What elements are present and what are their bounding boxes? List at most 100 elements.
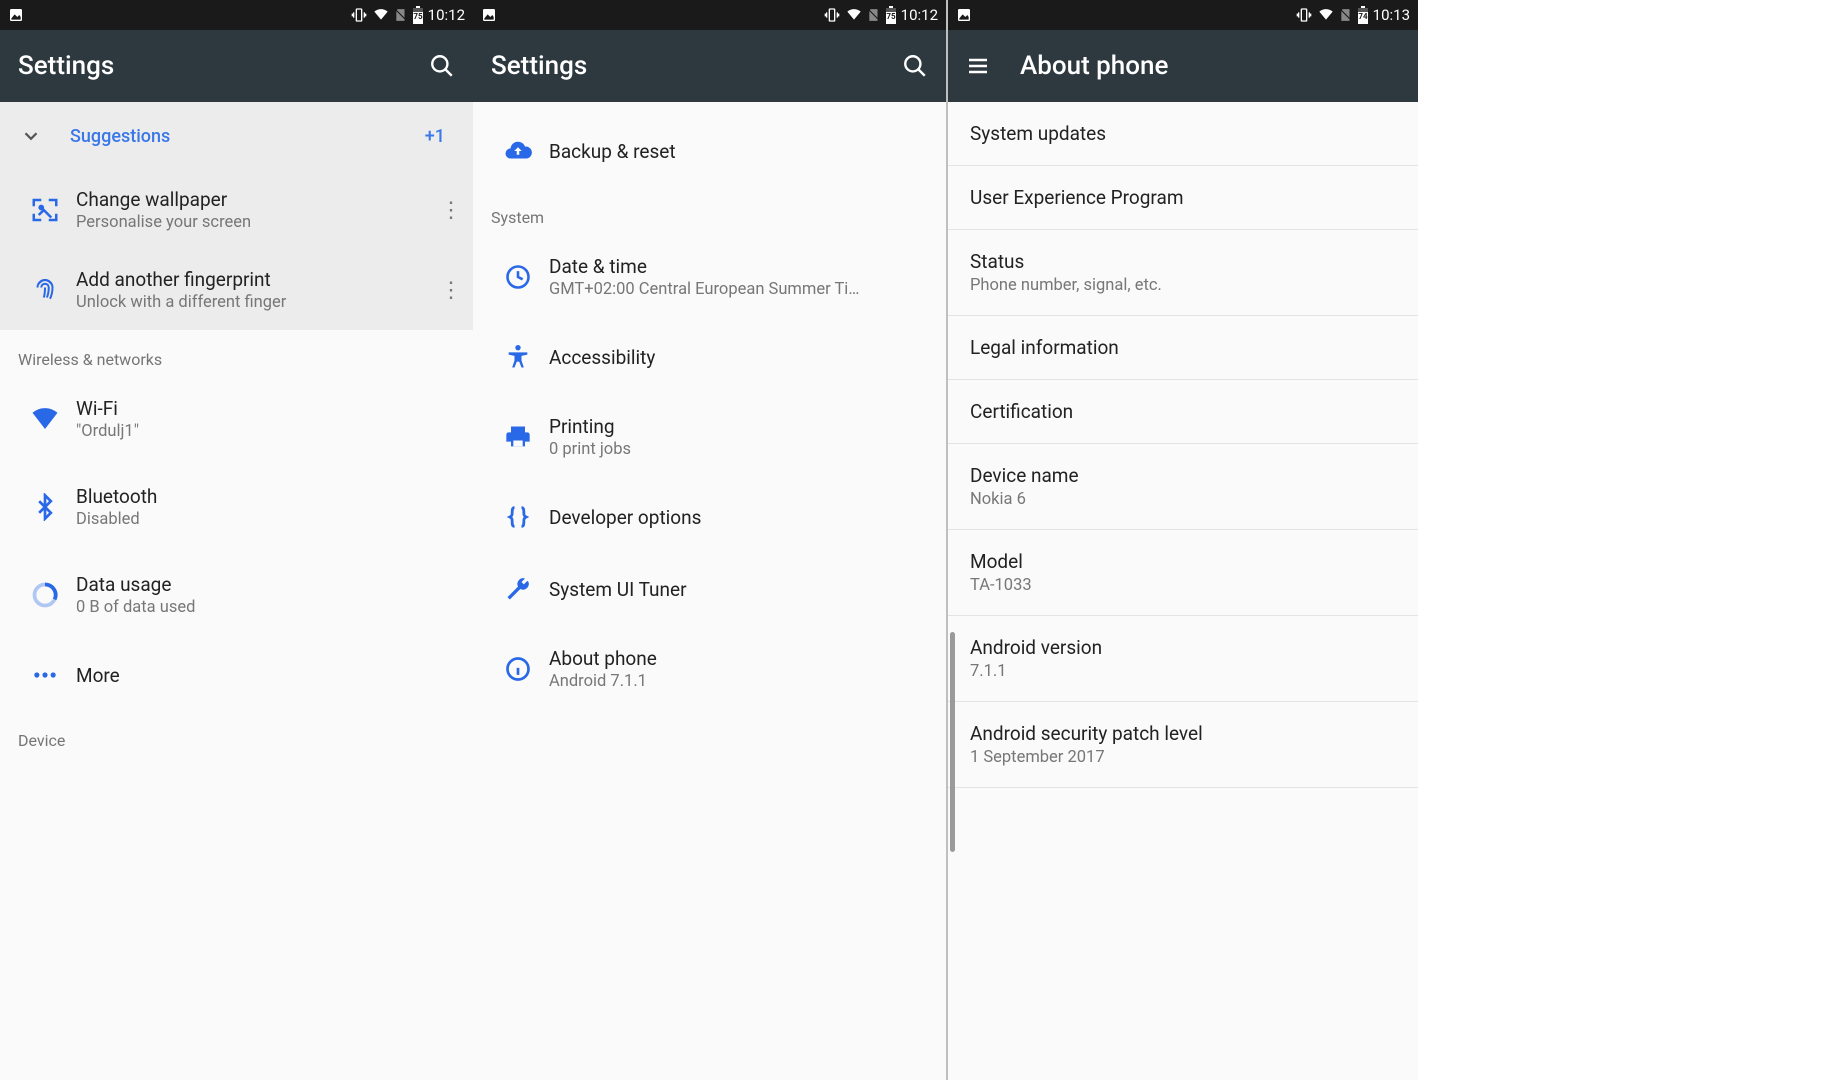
- hamburger-icon[interactable]: [966, 54, 990, 78]
- no-sim-icon: [867, 7, 881, 23]
- item-title: User Experience Program: [970, 186, 1396, 209]
- item-sub: Android 7.1.1: [549, 672, 657, 691]
- suggestion-add-fingerprint[interactable]: Add another fingerprint Unlock with a di…: [0, 250, 473, 330]
- battery-icon: 74: [1357, 6, 1369, 24]
- scrollbar-thumb[interactable]: [950, 632, 955, 852]
- suggestion-sub: Unlock with a different finger: [76, 293, 429, 312]
- more-vert-icon[interactable]: ⋮: [429, 278, 473, 303]
- printer-icon: [487, 423, 549, 451]
- item-title: More: [76, 664, 120, 687]
- settings-item-printing[interactable]: Printing 0 print jobs: [473, 393, 946, 481]
- app-title: About phone: [1020, 51, 1168, 81]
- screenshot-panel-1: 75 10:12 Settings Suggestions +1 Change …: [0, 0, 473, 1080]
- status-time: 10:12: [428, 6, 465, 24]
- item-sub: 1 September 2017: [970, 748, 1396, 767]
- item-title: System UI Tuner: [549, 578, 687, 601]
- wifi-icon: [1317, 7, 1335, 23]
- no-sim-icon: [1339, 7, 1353, 23]
- item-title: Model: [970, 550, 1396, 573]
- settings-item-developer-options[interactable]: Developer options: [473, 481, 946, 553]
- item-sub: 7.1.1: [970, 662, 1396, 681]
- item-sub: Phone number, signal, etc.: [970, 276, 1396, 295]
- about-item-system-updates[interactable]: System updates: [948, 102, 1418, 166]
- screenshot-panel-3: 74 10:13 About phone System updates User…: [946, 0, 1418, 1080]
- item-title: Date & time: [549, 255, 859, 278]
- item-title: Status: [970, 250, 1396, 273]
- no-sim-icon: [394, 7, 408, 23]
- item-title: Backup & reset: [549, 140, 676, 163]
- picture-icon: [8, 7, 24, 23]
- suggestion-change-wallpaper[interactable]: Change wallpaper Personalise your screen…: [0, 170, 473, 250]
- suggestions-header[interactable]: Suggestions +1: [0, 102, 473, 170]
- wifi-icon: [372, 7, 390, 23]
- app-bar: Settings: [0, 30, 473, 102]
- suggestion-sub: Personalise your screen: [76, 213, 429, 232]
- item-title: Android security patch level: [970, 722, 1396, 745]
- about-item-uxp[interactable]: User Experience Program: [948, 166, 1418, 230]
- cloud-upload-icon: [487, 136, 549, 166]
- item-title: Certification: [970, 400, 1396, 423]
- item-title: Android version: [970, 636, 1396, 659]
- clock-icon: [487, 263, 549, 291]
- svg-text:74: 74: [1358, 12, 1368, 21]
- battery-icon: 75: [412, 6, 424, 24]
- item-title: Data usage: [76, 573, 195, 596]
- settings-item-date-time[interactable]: Date & time GMT+02:00 Central European S…: [473, 233, 946, 321]
- settings-item-backup-reset[interactable]: Backup & reset: [473, 102, 946, 188]
- search-icon[interactable]: [429, 53, 455, 79]
- suggestions-title: Suggestions: [70, 126, 425, 147]
- svg-text:75: 75: [413, 12, 423, 21]
- settings-item-bluetooth[interactable]: Bluetooth Disabled: [0, 463, 473, 551]
- data-usage-icon: [14, 581, 76, 609]
- chevron-down-icon: [20, 125, 70, 147]
- section-device: Device: [0, 711, 473, 756]
- suggestion-title: Add another fingerprint: [76, 268, 429, 291]
- about-item-certification[interactable]: Certification: [948, 380, 1418, 444]
- search-icon[interactable]: [902, 53, 928, 79]
- wallpaper-icon: [14, 195, 76, 225]
- item-title: Wi-Fi: [76, 397, 139, 420]
- vibrate-icon: [823, 7, 841, 23]
- item-title: Device name: [970, 464, 1396, 487]
- more-vert-icon[interactable]: ⋮: [429, 198, 473, 223]
- app-title: Settings: [18, 51, 114, 81]
- about-item-legal[interactable]: Legal information: [948, 316, 1418, 380]
- about-item-model[interactable]: Model TA-1033: [948, 530, 1418, 616]
- about-item-security-patch[interactable]: Android security patch level 1 September…: [948, 702, 1418, 788]
- settings-content: Suggestions +1 Change wallpaper Personal…: [0, 102, 473, 1080]
- about-phone-content: System updates User Experience Program S…: [948, 102, 1418, 1080]
- picture-icon: [481, 7, 497, 23]
- accessibility-icon: [487, 343, 549, 371]
- vibrate-icon: [1295, 7, 1313, 23]
- settings-item-data-usage[interactable]: Data usage 0 B of data used: [0, 551, 473, 639]
- status-bar: 74 10:13: [948, 0, 1418, 30]
- status-bar: 75 10:12: [0, 0, 473, 30]
- status-bar: 75 10:12: [473, 0, 946, 30]
- settings-item-system-ui-tuner[interactable]: System UI Tuner: [473, 553, 946, 625]
- item-title: Legal information: [970, 336, 1396, 359]
- item-title: Bluetooth: [76, 485, 157, 508]
- item-sub: 0 print jobs: [549, 440, 631, 459]
- item-title: Printing: [549, 415, 631, 438]
- app-bar: About phone: [948, 30, 1418, 102]
- about-item-android-version[interactable]: Android version 7.1.1: [948, 616, 1418, 702]
- settings-item-about-phone[interactable]: About phone Android 7.1.1: [473, 625, 946, 713]
- app-bar: Settings: [473, 30, 946, 102]
- item-sub: TA-1033: [970, 576, 1396, 595]
- settings-item-more[interactable]: More: [0, 639, 473, 711]
- item-sub: GMT+02:00 Central European Summer Ti…: [549, 280, 859, 299]
- settings-item-wifi[interactable]: Wi-Fi "Ordulj1": [0, 375, 473, 463]
- picture-icon: [956, 7, 972, 23]
- suggestion-title: Change wallpaper: [76, 188, 429, 211]
- about-item-status[interactable]: Status Phone number, signal, etc.: [948, 230, 1418, 316]
- wifi-icon: [845, 7, 863, 23]
- svg-text:75: 75: [886, 12, 896, 21]
- settings-item-accessibility[interactable]: Accessibility: [473, 321, 946, 393]
- section-wireless-networks: Wireless & networks: [0, 330, 473, 375]
- item-sub: "Ordulj1": [76, 422, 139, 441]
- braces-icon: [487, 503, 549, 531]
- status-time: 10:13: [1373, 6, 1410, 24]
- item-title: System updates: [970, 122, 1396, 145]
- about-item-device-name[interactable]: Device name Nokia 6: [948, 444, 1418, 530]
- more-horiz-icon: [14, 661, 76, 689]
